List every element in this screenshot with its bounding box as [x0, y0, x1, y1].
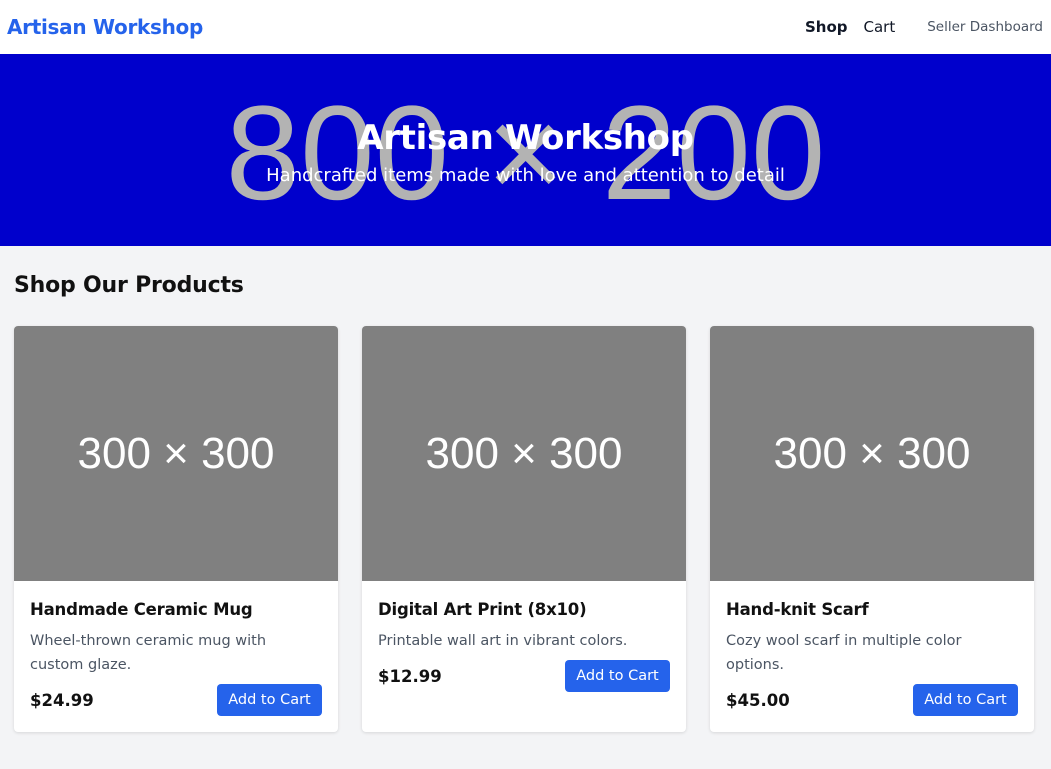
brand-logo[interactable]: Artisan Workshop	[7, 15, 203, 39]
product-description: Cozy wool scarf in multiple color option…	[726, 633, 962, 673]
product-card: 300 × 300 Handmade Ceramic Mug Wheel-thr…	[14, 326, 338, 732]
product-description: Printable wall art in vibrant colors.	[378, 633, 628, 649]
hero-banner: 800 × 200 Artisan Workshop Handcrafted i…	[0, 54, 1051, 246]
nav-links: Shop Cart Seller Dashboard	[805, 18, 1043, 36]
product-image-placeholder: 300 × 300	[362, 326, 686, 581]
product-title: Digital Art Print (8x10)	[378, 600, 587, 619]
product-card-footer: $45.00 Add to Cart	[726, 684, 1018, 716]
nav-link-seller-dashboard[interactable]: Seller Dashboard	[927, 19, 1043, 35]
product-card-footer: $24.99 Add to Cart	[30, 684, 322, 716]
product-card-body: Digital Art Print (8x10) Printable wall …	[362, 581, 686, 708]
product-price: $12.99	[378, 666, 442, 686]
hero-content: Artisan Workshop Handcrafted items made …	[0, 54, 1051, 246]
product-description: Wheel-thrown ceramic mug with custom gla…	[30, 633, 267, 673]
add-to-cart-button[interactable]: Add to Cart	[913, 684, 1018, 716]
hero-title: Artisan Workshop	[357, 118, 694, 159]
product-price: $24.99	[30, 690, 94, 710]
nav-link-shop[interactable]: Shop	[805, 18, 848, 36]
product-card-footer: $12.99 Add to Cart	[378, 660, 670, 692]
add-to-cart-button[interactable]: Add to Cart	[565, 660, 670, 692]
product-price: $45.00	[726, 690, 790, 710]
product-image-placeholder: 300 × 300	[710, 326, 1034, 581]
hero-subtitle: Handcrafted items made with love and att…	[266, 164, 785, 186]
product-card-body: Hand-knit Scarf Cozy wool scarf in multi…	[710, 581, 1034, 732]
product-grid: 300 × 300 Handmade Ceramic Mug Wheel-thr…	[14, 326, 1034, 732]
product-title: Hand-knit Scarf	[726, 600, 869, 619]
product-card: 300 × 300 Digital Art Print (8x10) Print…	[362, 326, 686, 732]
nav-link-cart[interactable]: Cart	[864, 18, 896, 36]
section-title: Shop Our Products	[14, 273, 244, 298]
navbar: Artisan Workshop Shop Cart Seller Dashbo…	[0, 0, 1051, 54]
product-title: Handmade Ceramic Mug	[30, 600, 253, 619]
add-to-cart-button[interactable]: Add to Cart	[217, 684, 322, 716]
product-image-placeholder: 300 × 300	[14, 326, 338, 581]
product-card-body: Handmade Ceramic Mug Wheel-thrown cerami…	[14, 581, 338, 732]
product-card: 300 × 300 Hand-knit Scarf Cozy wool scar…	[710, 326, 1034, 732]
